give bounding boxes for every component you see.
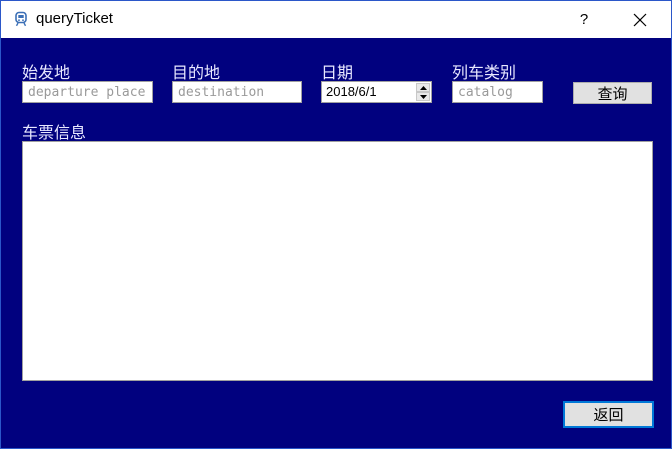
catalog-label: 列车类别 — [452, 63, 517, 82]
destination-input[interactable] — [172, 81, 302, 103]
catalog-input[interactable] — [452, 81, 543, 103]
query-button[interactable]: 查询 — [573, 82, 652, 104]
close-icon — [633, 13, 647, 26]
date-picker[interactable]: 2018/6/1 — [321, 81, 432, 103]
destination-label: 目的地 — [172, 63, 221, 82]
date-down-button[interactable] — [416, 92, 430, 101]
date-value: 2018/6/1 — [326, 84, 377, 99]
date-spinner[interactable] — [416, 83, 430, 101]
query-button-label: 查询 — [597, 84, 628, 103]
help-label: ? — [579, 11, 589, 28]
arrow-up-icon — [419, 85, 427, 90]
title-bar[interactable]: queryTicket ? — [1, 1, 671, 38]
departure-input[interactable] — [22, 81, 153, 103]
back-button-label: 返回 — [593, 406, 624, 424]
ticket-results-textarea[interactable] — [22, 141, 653, 381]
window-title: queryTicket — [36, 10, 113, 27]
train-icon — [15, 11, 27, 27]
query-ticket-window: queryTicket ? 始发地 目的地 日期 列车类别 2018/6/1 — [0, 0, 672, 449]
help-button[interactable]: ? — [561, 1, 607, 38]
back-button[interactable]: 返回 — [563, 401, 654, 428]
results-label: 车票信息 — [22, 123, 87, 142]
departure-label: 始发地 — [22, 63, 71, 82]
date-up-button[interactable] — [416, 83, 430, 92]
arrow-down-icon — [419, 94, 427, 99]
close-button[interactable] — [617, 1, 663, 38]
date-label: 日期 — [321, 63, 354, 82]
